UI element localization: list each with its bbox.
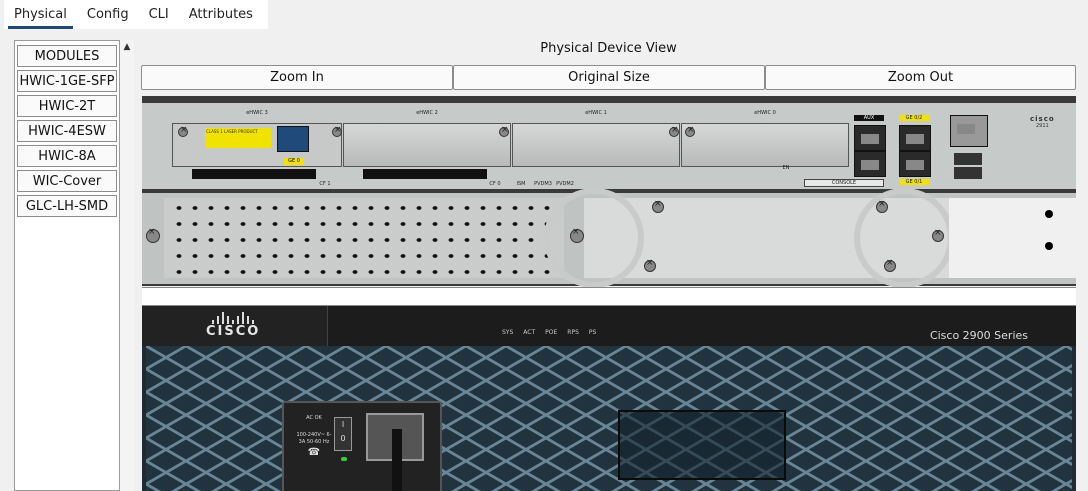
tab-physical[interactable]: Physical [4,0,77,29]
screw-icon [685,125,695,137]
screw-icon [876,199,888,213]
front-top-bar: CISCO SYS ACT POE RPS PS Cisco 2900 Seri… [142,306,1076,346]
fan-icon [544,188,644,288]
tab-strip: Physical Config CLI Attributes [4,0,268,29]
blank-panel [949,198,1076,278]
module-glc-lh-smd[interactable]: GLC-LH-SMD [17,195,117,217]
led-sys: SYS [502,329,514,336]
module-hwic-8a[interactable]: HWIC-8A [17,145,117,167]
usb-port-icon[interactable] [954,153,982,165]
indicator-dot-icon [1045,210,1053,218]
modules-header[interactable]: MODULES [17,45,117,67]
module-hwic-4esw[interactable]: HWIC-4ESW [17,120,117,142]
screw-icon [178,125,188,137]
compact-flash-slot-1[interactable] [192,169,316,179]
screw-icon [669,125,679,137]
router-front-panel: CISCO SYS ACT POE RPS PS Cisco 2900 Seri… [142,306,1076,491]
aux-port-icon[interactable] [854,125,886,151]
psu-status-label: AC OK [306,415,322,421]
screw-icon [932,228,944,242]
module-hwic-1ge-sfp[interactable]: HWIC-1GE-SFP [17,70,117,92]
power-led-icon [341,457,347,461]
screw-icon [652,199,664,213]
console-port-icon[interactable] [854,151,886,177]
led-rps: RPS [567,329,579,336]
screw-icon [884,258,896,272]
vent-grid [164,198,564,278]
slot-label-ehwic0: eHWIC 0 [754,110,776,116]
router-back-panel: CLASS 1 LASER PRODUCT GE 0 eHWIC 3 eHWIC… [142,96,1076,288]
tab-cli[interactable]: CLI [139,0,179,29]
front-led-labels: SYS ACT POE RPS PS [502,329,596,336]
screw-icon [499,125,509,137]
cisco-logo-icon: CISCO [206,312,260,339]
module-wic-cover[interactable]: WIC-Cover [17,170,117,192]
modules-scrollbar[interactable]: ▲ [120,40,134,491]
front-logo-area: CISCO [142,306,328,346]
hwic-1ge-sfp-module[interactable]: CLASS 1 LASER PRODUCT GE 0 [172,123,342,167]
led-poe: POE [545,329,558,336]
tab-attributes[interactable]: Attributes [179,0,263,29]
screw-icon [332,125,342,137]
screw-icon [146,227,160,243]
led-act: ACT [523,329,536,336]
fan-area [544,188,954,288]
tab-bar: Physical Config CLI Attributes [0,0,1088,29]
module-hwic-2t[interactable]: HWIC-2T [17,95,117,117]
back-cisco-logo: cisco 2911 [1030,115,1055,129]
scroll-up-arrow-icon[interactable]: ▲ [120,40,134,54]
power-switch[interactable]: I 0 [334,417,352,451]
sfp-port-icon[interactable] [277,126,309,152]
series-label: Cisco 2900 Series [929,329,1028,342]
label-cf1: CF 1 [319,181,331,187]
panel-separator [142,287,1076,306]
usb-port-icon[interactable] [954,167,982,179]
ehwic-slot-2[interactable] [343,123,511,167]
slot-label-ehwic1: eHWIC 1 [585,110,607,116]
front-brand-text: CISCO [206,324,261,339]
ehwic-slot-1[interactable] [512,123,680,167]
ge-0-2-port-icon[interactable] [899,125,931,151]
power-cable-icon[interactable] [392,429,402,491]
power-supply: AC OK 100-240V~ 6-3A 50-60 Hz ☎ I 0 [282,401,442,491]
slot-label-ehwic2: eHWIC 2 [416,110,438,116]
tab-config[interactable]: Config [77,0,139,29]
label-ge01: GE 0/1 [899,179,929,185]
router-back-upper: CLASS 1 LASER PRODUCT GE 0 eHWIC 3 eHWIC… [142,103,1076,189]
ge-0-1-port-icon[interactable] [899,151,931,177]
ge0-label: GE 0 [284,158,304,165]
phone-icon: ☎ [307,447,321,458]
zoom-in-button[interactable]: Zoom In [141,65,453,90]
psu-label: AC OK 100-240V~ 6-3A 50-60 Hz ☎ [296,415,332,458]
label-console: CONSOLE [804,179,884,187]
led-ps: PS [588,329,597,336]
router-back-lower [142,188,1076,288]
modules-list: MODULES HWIC-1GE-SFP HWIC-2T HWIC-4ESW H… [14,40,120,491]
label-pvdm2: PVDM2 [556,181,574,187]
front-plate [618,410,786,480]
label-ge02: GE 0/2 [899,115,929,121]
screw-icon [644,258,656,272]
compact-flash-slot-0[interactable] [363,169,487,179]
label-en: EN [782,165,790,171]
original-size-button[interactable]: Original Size [453,65,765,90]
laser-warning-label: CLASS 1 LASER PRODUCT [205,128,271,148]
ge-0-0-port-icon[interactable] [950,115,988,147]
psu-rating-label: 100-240V~ 6-3A 50-60 Hz [296,432,332,445]
slot-label-ehwic3: eHWIC 3 [246,110,268,116]
indicator-dot-icon [1045,242,1053,250]
ehwic-slot-0[interactable] [681,123,849,167]
zoom-out-button[interactable]: Zoom Out [765,65,1076,90]
view-title: Physical Device View [540,41,677,56]
label-aux: AUX [854,115,884,121]
